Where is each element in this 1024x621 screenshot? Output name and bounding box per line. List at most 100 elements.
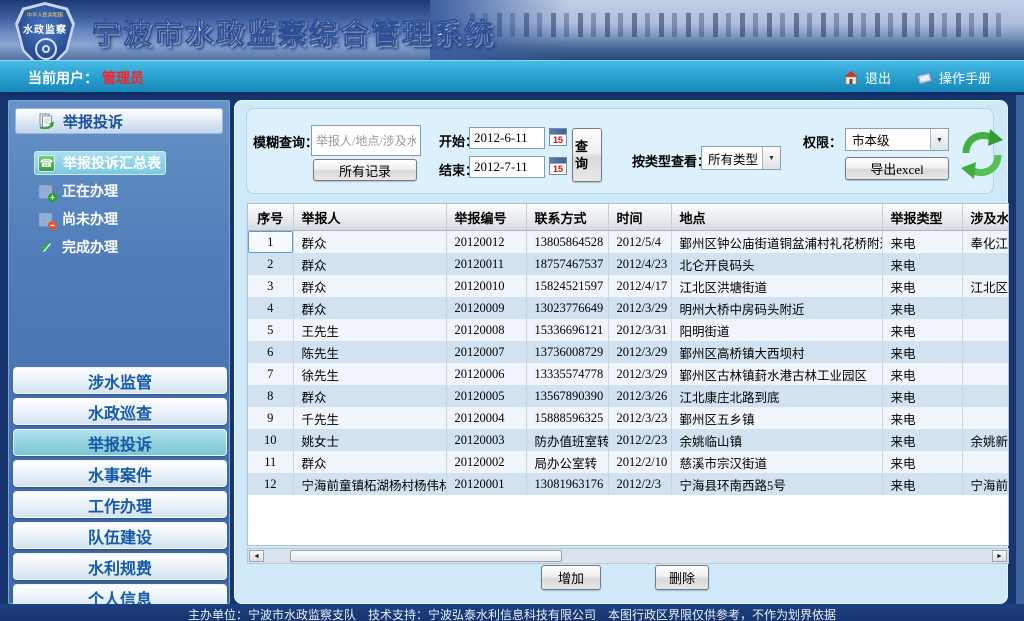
table-cell: 鄞州区钟公庙街道铜盆浦村礼花桥附近 <box>671 231 882 254</box>
table-row[interactable]: 7徐先生20120006133355747782012/3/29鄞州区古林镇葑水… <box>248 363 1009 385</box>
export-excel-button[interactable]: 导出excel <box>845 157 949 180</box>
table-cell: 阳明街道 <box>671 319 882 341</box>
fuzzy-search-input[interactable] <box>311 125 421 156</box>
table-cell: 7 <box>248 363 293 385</box>
table-cell: 来电 <box>882 319 962 341</box>
table-cell <box>962 297 1009 319</box>
complaints-table-wrap: 序号举报人举报编号联系方式时间地点举报类型涉及水域 1群众20120012138… <box>247 203 1009 546</box>
nav-button[interactable]: 水利规费 <box>13 553 227 580</box>
table-cell: 20120006 <box>446 363 526 385</box>
query-button[interactable]: 查询 <box>572 128 602 182</box>
table-cell: 6 <box>248 341 293 363</box>
table-row[interactable]: 6陈先生20120007137360087292012/3/29鄞州区高桥镇大西… <box>248 341 1009 363</box>
sidebar-item[interactable]: ▦正在办理 <box>34 179 226 203</box>
column-header[interactable]: 举报人 <box>293 204 446 231</box>
sidebar-section-header[interactable]: 举报投诉 <box>15 108 223 134</box>
sidebar-item[interactable]: ✔完成办理 <box>34 235 226 259</box>
column-header[interactable]: 举报编号 <box>446 204 526 231</box>
delete-button[interactable]: 删除 <box>655 565 709 590</box>
app-window: 宁波市水政监察综合管理系统 中华人民共和国 水政监察 当前用户：管理员 退出 <box>0 0 1024 621</box>
sidebar-item[interactable]: ☎ 举报投诉汇总表 <box>34 151 166 175</box>
phone-icon: ☎ <box>38 155 55 172</box>
permission-label: 权限： <box>803 132 842 151</box>
table-cell: 2012/3/29 <box>608 297 671 319</box>
nav-button[interactable]: 举报投诉 <box>13 429 227 456</box>
table-cell: 8 <box>248 385 293 407</box>
table-cell: 2012/3/31 <box>608 319 671 341</box>
end-date-calendar-icon[interactable]: 15 <box>549 157 567 175</box>
table-cell: 来电 <box>882 385 962 407</box>
sidebar-item-label: 正在办理 <box>62 181 118 201</box>
permission-dropdown[interactable]: 市本级 ▼ <box>845 128 949 151</box>
add-button[interactable]: 增加 <box>541 565 601 590</box>
table-row[interactable]: 2群众20120011187574675372012/4/23北仑开良码头来电 <box>248 253 1009 275</box>
nav-button[interactable]: 工作办理 <box>13 491 227 518</box>
table-row[interactable]: 11群众20120002局办公室转2012/2/10慈溪市宗汉街道来电 <box>248 451 1009 473</box>
type-dropdown[interactable]: 所有类型 ▼ <box>701 146 781 170</box>
table-cell: 2 <box>248 253 293 275</box>
sidebar-item[interactable]: ▦尚未办理 <box>34 207 226 231</box>
calendar-day: 15 <box>550 164 566 174</box>
scroll-left-arrow-icon[interactable]: ◄ <box>249 550 264 562</box>
table-row[interactable]: 3群众20120010158245215972012/4/17江北区洪塘街道来电… <box>248 275 1009 297</box>
all-records-button[interactable]: 所有记录 <box>313 159 417 181</box>
column-header[interactable]: 涉及水域 <box>962 204 1009 231</box>
table-cell: 来电 <box>882 275 962 297</box>
horizontal-scrollbar[interactable]: ◄ ► <box>247 548 1009 564</box>
column-header[interactable]: 地点 <box>671 204 882 231</box>
column-header[interactable]: 序号 <box>248 204 293 231</box>
scroll-right-arrow-icon[interactable]: ► <box>992 550 1007 562</box>
table-cell <box>962 407 1009 429</box>
table-row[interactable]: 10姚女士20120003防办值班室转2012/2/23余姚临山镇来电余姚新奄 <box>248 429 1009 451</box>
table-cell: 来电 <box>882 429 962 451</box>
table-cell: 9 <box>248 407 293 429</box>
end-date-input[interactable] <box>469 156 545 178</box>
current-user-label: 当前用户： <box>28 70 98 86</box>
table-cell: 20120002 <box>446 451 526 473</box>
table-cell: 2012/3/23 <box>608 407 671 429</box>
start-date-input[interactable] <box>469 127 545 149</box>
type-dropdown-value: 所有类型 <box>708 149 758 168</box>
table-row[interactable]: 12宁海前童镇柘湖杨村杨伟林20120001130819631762012/2/… <box>248 473 1009 495</box>
table-cell: 13567890390 <box>526 385 608 407</box>
column-header[interactable]: 举报类型 <box>882 204 962 231</box>
current-user-name: 管理员 <box>102 70 144 86</box>
nav-button[interactable]: 涉水监管 <box>13 367 227 394</box>
column-header[interactable]: 时间 <box>608 204 671 231</box>
table-row[interactable]: 8群众20120005135678903902012/3/26江北康庄北路到底来… <box>248 385 1009 407</box>
scrollbar-thumb[interactable] <box>290 550 562 562</box>
table-cell: 江北区洪塘街道 <box>671 275 882 297</box>
table-row[interactable]: 9千先生20120004158885963252012/3/23鄞州区五乡镇来电 <box>248 407 1009 429</box>
table-cell: 群众 <box>293 451 446 473</box>
table-cell <box>962 385 1009 407</box>
sidebar-section-items: ☎举报投诉汇总表▦正在办理▦尚未办理✔完成办理 <box>34 151 226 259</box>
sidebar-section-title: 举报投诉 <box>63 111 123 132</box>
table-minus-icon: ▦ <box>37 211 54 228</box>
table-row[interactable]: 1群众20120012138058645282012/5/4鄞州区钟公庙街道铜盆… <box>248 231 1009 254</box>
table-cell: 13805864528 <box>526 231 608 254</box>
table-cell: 2012/2/10 <box>608 451 671 473</box>
table-cell: 群众 <box>293 297 446 319</box>
sidebar-item-label: 举报投诉汇总表 <box>63 153 161 173</box>
logout-button[interactable]: 退出 <box>843 68 891 87</box>
table-row[interactable]: 5王先生20120008153366961212012/3/31阳明街道来电 <box>248 319 1009 341</box>
logo-country-text: 中华人民共和国 <box>20 11 71 19</box>
table-cell: 15824521597 <box>526 275 608 297</box>
nav-button[interactable]: 水事案件 <box>13 460 227 487</box>
manual-button[interactable]: 操作手册 <box>916 68 991 87</box>
table-cell: 姚女士 <box>293 429 446 451</box>
table-cell: 13023776649 <box>526 297 608 319</box>
table-cell: 千先生 <box>293 407 446 429</box>
refresh-icon[interactable] <box>961 127 1003 181</box>
table-cell: 鄞州区高桥镇大西坝村 <box>671 341 882 363</box>
column-header[interactable]: 联系方式 <box>526 204 608 231</box>
table-cell: 2012/3/29 <box>608 341 671 363</box>
nav-button[interactable]: 水政巡查 <box>13 398 227 425</box>
table-cell: 北仑开良码头 <box>671 253 882 275</box>
table-cell: 来电 <box>882 363 962 385</box>
nav-button[interactable]: 队伍建设 <box>13 522 227 549</box>
start-date-calendar-icon[interactable]: 15 <box>549 128 567 146</box>
chevron-down-icon: ▼ <box>762 147 780 169</box>
table-cell: 鄞州区古林镇葑水港古林工业园区 <box>671 363 882 385</box>
table-row[interactable]: 4群众20120009130237766492012/3/29明州大桥中房码头附… <box>248 297 1009 319</box>
